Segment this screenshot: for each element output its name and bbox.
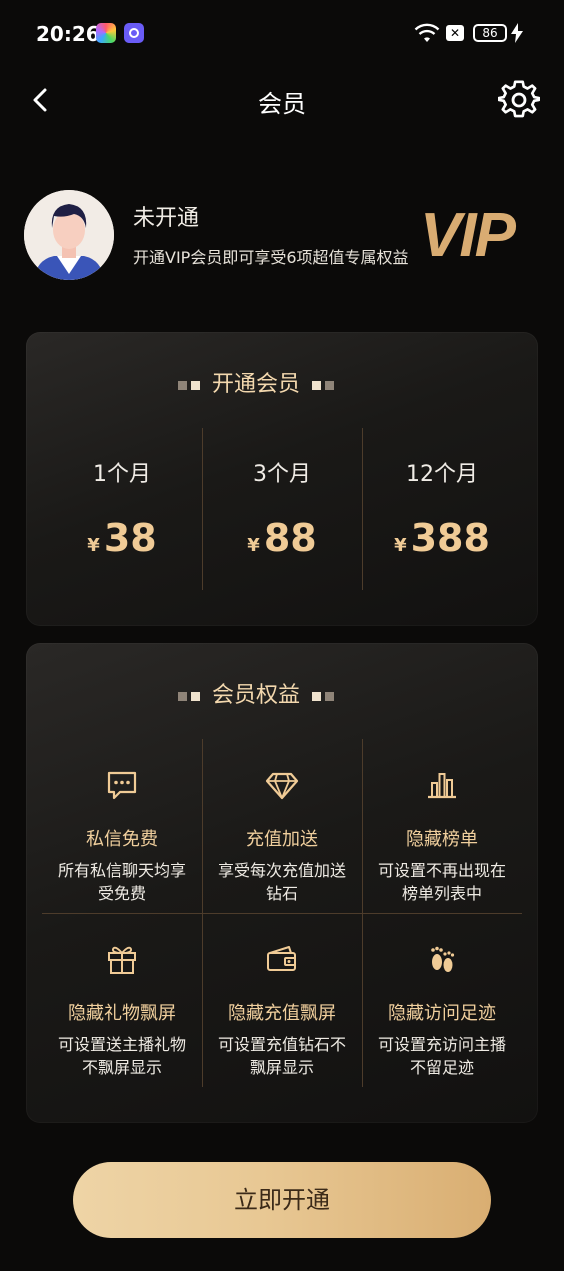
battery-indicator: 86: [473, 24, 507, 42]
benefit-description: 可设置送主播礼物不飘屏显示: [57, 1035, 186, 1077]
heading-decoration-right: [310, 684, 336, 709]
heading-decoration-left: [176, 684, 202, 709]
vip-logo: VIP: [420, 201, 516, 270]
benefit-title: 私信免费: [86, 829, 158, 850]
diamond-icon: [265, 772, 299, 800]
plans-row: 1个月 ¥38 3个月 ¥88 12个月 ¥388: [42, 428, 522, 590]
plan-price: ¥38: [42, 516, 202, 560]
benefit-hide-recharge-banner: 隐藏充值飘屏 可设置充值钻石不飘屏显示: [202, 913, 362, 1087]
plan-1-month[interactable]: 1个月 ¥38: [42, 428, 202, 590]
benefit-title: 隐藏礼物飘屏: [68, 1003, 176, 1024]
plan-price: ¥388: [362, 516, 522, 560]
gift-icon: [108, 946, 136, 974]
status-bar: 20:26 ✕ 86: [0, 0, 564, 68]
currency-symbol: ¥: [247, 535, 260, 556]
default-avatar-icon: [24, 190, 114, 280]
plan-divider: [362, 428, 363, 590]
message-icon: [107, 771, 137, 800]
membership-description: 开通VIP会员即可享受6项超值专属权益: [133, 248, 409, 267]
plan-divider: [202, 428, 203, 590]
vip-membership-screen: 20:26 ✕ 86 会员 未开通 开通VIP会员即可享受6项超值专属权益 VI…: [0, 0, 564, 1271]
benefit-title: 充值加送: [246, 829, 318, 850]
price-amount: 88: [263, 516, 317, 560]
price-amount: 388: [410, 516, 490, 560]
benefit-recharge-bonus: 充值加送 享受每次充值加送钻石: [202, 739, 362, 913]
benefit-description: 享受每次充值加送钻石: [217, 861, 346, 903]
plan-3-months[interactable]: 3个月 ¥88: [202, 428, 362, 590]
ranking-icon: [428, 773, 456, 799]
grid-divider: [42, 913, 522, 914]
recharge-icon: [267, 946, 296, 971]
benefit-description: 可设置充访问主播不留足迹: [377, 1035, 506, 1077]
plan-duration: 3个月: [253, 462, 311, 487]
benefits-heading-text: 会员权益: [211, 683, 300, 708]
benefit-description: 可设置不再出现在榜单列表中: [377, 861, 506, 903]
wifi-icon: [414, 23, 440, 42]
benefit-free-messages: 私信免费 所有私信聊天均享受免费: [42, 739, 202, 913]
benefit-title: 隐藏充值飘屏: [228, 1003, 336, 1024]
benefit-description: 所有私信聊天均享受免费: [57, 861, 186, 903]
benefit-hide-footprints: 隐藏访问足迹 可设置充访问主播不留足迹: [362, 913, 522, 1087]
avatar[interactable]: [24, 190, 114, 280]
benefit-hide-ranking: 隐藏榜单 可设置不再出现在榜单列表中: [362, 739, 522, 913]
currency-symbol: ¥: [394, 535, 407, 556]
plans-heading-text: 开通会员: [211, 372, 300, 397]
plan-duration: 12个月: [406, 462, 478, 487]
app-notification-icon: [96, 23, 116, 43]
plan-duration: 1个月: [93, 462, 151, 487]
plan-price: ¥88: [202, 516, 362, 560]
benefit-hide-gift-banner: 隐藏礼物飘屏 可设置送主播礼物不飘屏显示: [42, 913, 202, 1087]
currency-symbol: ¥: [87, 535, 100, 556]
activate-now-button[interactable]: 立即开通: [73, 1162, 491, 1238]
price-amount: 38: [103, 516, 157, 560]
page-title: 会员: [258, 90, 306, 118]
benefit-description: 可设置充值钻石不飘屏显示: [217, 1035, 346, 1077]
benefits-heading: 会员权益: [0, 677, 512, 709]
heading-decoration-left: [176, 373, 202, 398]
gear-icon[interactable]: [498, 79, 540, 121]
heading-decoration-right: [310, 373, 336, 398]
membership-status: 未开通: [133, 206, 200, 231]
no-sim-icon: ✕: [446, 25, 464, 41]
benefit-title: 隐藏访问足迹: [388, 1003, 496, 1024]
status-time: 20:26: [36, 22, 100, 46]
app-notification-icon-2: [124, 23, 144, 43]
plan-12-months[interactable]: 12个月 ¥388: [362, 428, 522, 590]
plans-heading: 开通会员: [0, 366, 512, 398]
benefit-title: 隐藏榜单: [406, 829, 478, 850]
charging-icon: [511, 23, 523, 43]
benefits-grid: 私信免费 所有私信聊天均享受免费 充值加送 享受每次充值加送钻石 隐藏榜单 可设…: [42, 739, 522, 1087]
footprint-icon: [431, 946, 455, 972]
